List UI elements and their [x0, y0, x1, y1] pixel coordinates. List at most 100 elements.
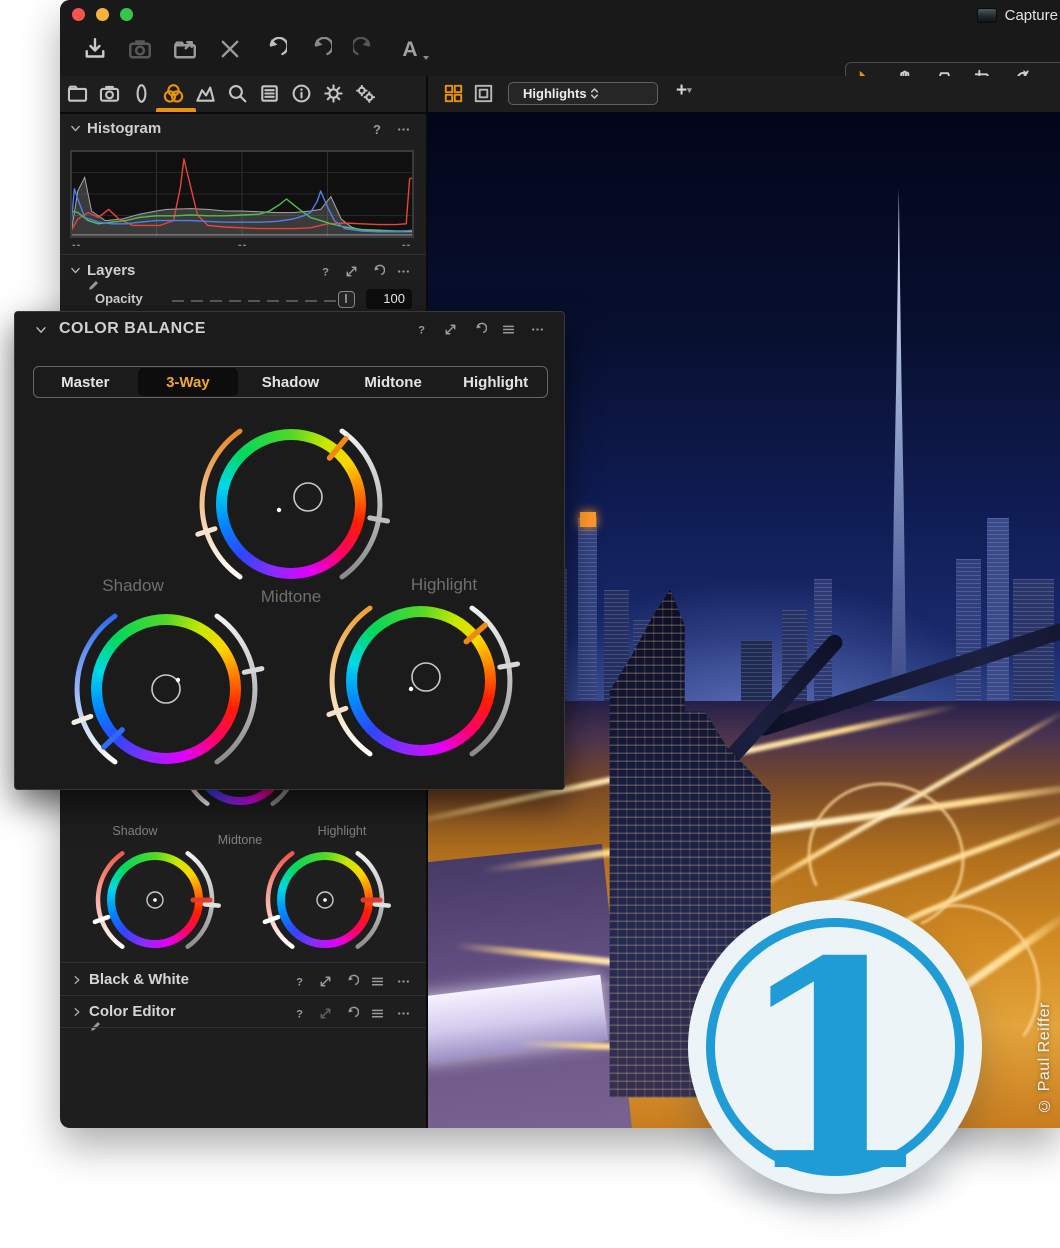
tool-tab-metadata[interactable]: [290, 79, 313, 107]
wheel-center-dot: [323, 898, 327, 902]
histogram-chart: [70, 150, 414, 238]
tool-tab-settings[interactable]: [322, 79, 345, 107]
help-icon[interactable]: ?: [290, 972, 308, 990]
tool-tab-exposure[interactable]: [194, 79, 217, 107]
wheel-indicator[interactable]: [412, 663, 440, 691]
help-icon[interactable]: ?: [368, 120, 386, 138]
lightness-tick[interactable]: [370, 518, 388, 521]
more-icon[interactable]: [394, 1004, 412, 1022]
saturation-arc[interactable]: [98, 853, 122, 946]
app-icon: [977, 8, 997, 23]
tool-undo[interactable]: [307, 34, 333, 64]
close-window-button[interactable]: [72, 8, 85, 21]
section-color-editor[interactable]: Color Editor ?: [60, 998, 426, 1026]
chevron-right-icon[interactable]: [71, 1006, 83, 1018]
more-icon[interactable]: [394, 262, 412, 280]
tool-tab-strip: [60, 76, 426, 114]
color-balance-panel-title: COLOR BALANCE: [59, 320, 206, 338]
viewer-toolbar: Highlights +▾: [428, 76, 1060, 114]
saturation-tick[interactable]: [329, 708, 346, 714]
wheel-indicator[interactable]: [294, 483, 322, 511]
color-wheel-highlight-small[interactable]: [250, 825, 400, 975]
wheel-center-dot: [277, 508, 281, 512]
saturation-tick[interactable]: [95, 917, 108, 922]
tool-export[interactable]: [172, 34, 198, 64]
menu-icon[interactable]: [499, 320, 517, 338]
tool-tab-color[interactable]: [162, 79, 185, 107]
opacity-slider-handle[interactable]: [338, 291, 355, 308]
more-icon[interactable]: [394, 972, 412, 990]
more-icon[interactable]: [394, 120, 412, 138]
chevron-down-icon[interactable]: [69, 122, 82, 135]
lightness-tick[interactable]: [205, 904, 219, 905]
saturation-tick[interactable]: [265, 917, 278, 922]
opacity-value[interactable]: 100: [366, 289, 412, 309]
tool-tab-batch[interactable]: [354, 79, 377, 107]
chevron-down-icon[interactable]: [34, 323, 48, 337]
lightness-arc[interactable]: [342, 431, 380, 577]
chevron-down-icon[interactable]: [69, 264, 82, 277]
tool-reset-adjustments[interactable]: [262, 34, 288, 64]
saturation-tick[interactable]: [198, 529, 215, 535]
saturation-arc[interactable]: [332, 608, 370, 754]
menu-icon[interactable]: [368, 972, 386, 990]
wheel-center-dot: [153, 898, 157, 902]
help-icon[interactable]: ?: [412, 320, 430, 338]
saturation-arc[interactable]: [202, 431, 240, 577]
tab-highlight[interactable]: Highlight: [445, 368, 546, 396]
proof-view-icon[interactable]: [474, 84, 493, 103]
opacity-slider-track[interactable]: [172, 300, 358, 302]
more-icon[interactable]: [528, 320, 546, 338]
color-wheel-highlight[interactable]: [306, 566, 536, 796]
hue-notch[interactable]: [104, 730, 122, 747]
lightness-tick[interactable]: [375, 904, 389, 905]
tool-capture[interactable]: [127, 34, 153, 64]
help-icon[interactable]: ?: [316, 262, 334, 280]
reset-icon[interactable]: [342, 1004, 360, 1022]
tool-tab-details[interactable]: [226, 79, 249, 107]
section-black-and-white[interactable]: Black & White ?: [60, 966, 426, 994]
help-icon[interactable]: ?: [290, 1004, 308, 1022]
recipe-dropdown[interactable]: Highlights: [508, 82, 658, 105]
chevron-right-icon[interactable]: [71, 974, 83, 986]
reset-icon[interactable]: [470, 320, 488, 338]
tab-master[interactable]: Master: [35, 368, 136, 396]
wheel-center-dot: [176, 678, 180, 682]
saturation-tick[interactable]: [74, 716, 91, 722]
tool-tab-library[interactable]: [66, 79, 89, 107]
expand-icon[interactable]: [441, 320, 459, 338]
saturation-arc[interactable]: [268, 853, 292, 946]
capture-one-badge: 1: [688, 900, 982, 1194]
color-wheel-shadow-small[interactable]: [80, 825, 230, 975]
wheel-label-highlight: Highlight: [411, 575, 477, 595]
stepper-icon: [587, 86, 651, 101]
svg-text:?: ?: [322, 266, 329, 278]
lightness-tick[interactable]: [244, 669, 262, 673]
histogram-header: Histogram ?: [60, 116, 426, 142]
hue-notch[interactable]: [330, 439, 346, 458]
app-title-area: Capture: [977, 7, 1058, 24]
tool-import[interactable]: [82, 34, 108, 64]
lightness-tick[interactable]: [500, 664, 518, 667]
expand-icon[interactable]: [316, 1004, 334, 1022]
tool-annotations[interactable]: A: [397, 34, 423, 64]
lightness-arc[interactable]: [217, 616, 255, 762]
badge-digit: 1: [736, 924, 935, 1210]
menu-icon[interactable]: [368, 1004, 386, 1022]
color-wheel-shadow[interactable]: [51, 574, 281, 804]
hue-notch[interactable]: [466, 625, 485, 641]
tool-tab-adjustments[interactable]: [258, 79, 281, 107]
tool-redo[interactable]: [352, 34, 378, 64]
expand-icon[interactable]: [342, 262, 360, 280]
minimize-window-button[interactable]: [96, 8, 109, 21]
tool-tab-lens[interactable]: [130, 79, 153, 107]
reset-icon[interactable]: [342, 972, 360, 990]
tool-delete[interactable]: [217, 34, 243, 64]
add-recipe-button[interactable]: +▾: [676, 80, 692, 102]
tool-tab-capture[interactable]: [98, 79, 121, 107]
expand-icon[interactable]: [316, 972, 334, 990]
grid-view-icon[interactable]: [444, 84, 463, 103]
zoom-window-button[interactable]: [120, 8, 133, 21]
wheel-indicator[interactable]: [152, 675, 180, 703]
reset-icon[interactable]: [368, 262, 386, 280]
